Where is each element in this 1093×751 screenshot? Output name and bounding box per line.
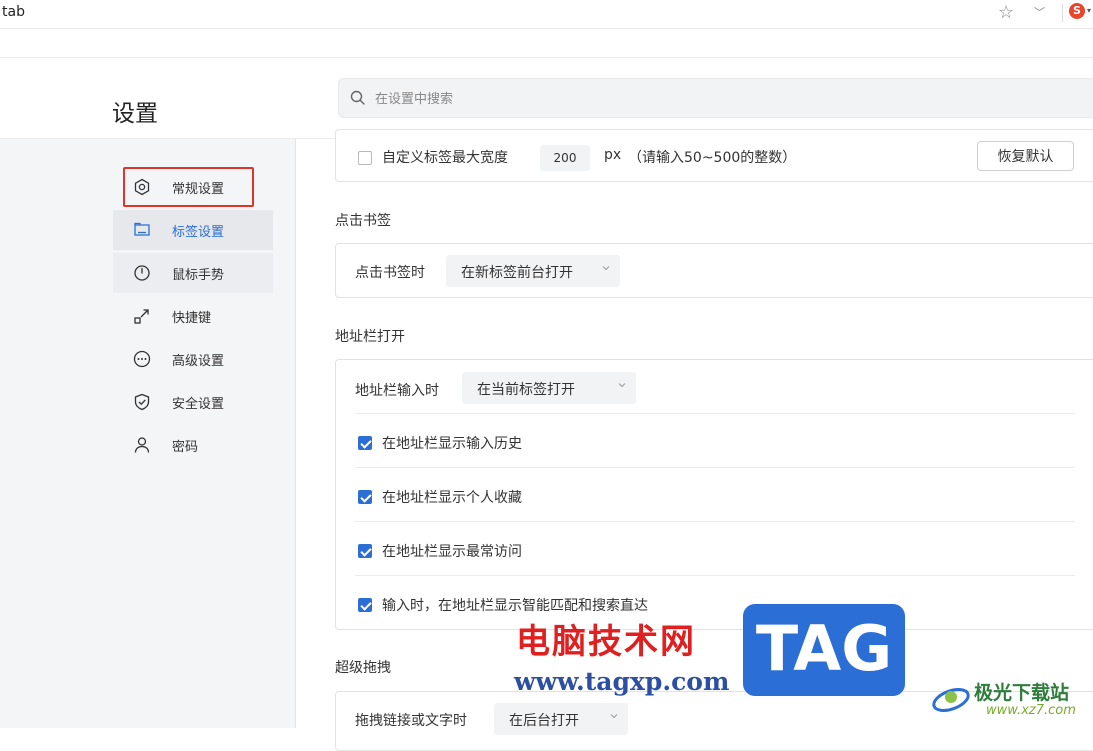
toolbar-divider (1062, 4, 1063, 22)
divider (355, 575, 1075, 576)
bookmark-click-select[interactable]: 在新标签前台打开 (446, 255, 620, 287)
address-input-select[interactable]: 在当前标签打开 (462, 372, 636, 404)
sidebar-item-tabs[interactable]: 标签设置 (113, 210, 273, 250)
chevron-down-icon (618, 383, 626, 388)
tag-logo-text: TAG (755, 612, 893, 685)
section-title-super-drag: 超级拖拽 (335, 660, 391, 676)
chevron-down-icon (602, 266, 610, 271)
sidebar-item-label: 安全设置 (172, 397, 225, 412)
tab-width-hint: （请输入50~500的整数） (628, 150, 797, 166)
sidebar-item-passwords[interactable]: 密码 (113, 425, 273, 465)
gear-icon (134, 178, 150, 196)
settings-sidebar: 常规设置 标签设置 鼠标手势 快捷键 高级设置 安全设置 密码 (0, 139, 296, 728)
logo-dropdown-icon[interactable]: ▾ (1087, 6, 1091, 15)
site-name-watermark: 极光下载站 (974, 682, 1070, 704)
bookmark-click-card: 点击书签时 在新标签前台打开 (335, 243, 1093, 298)
show-favorites-checkbox[interactable] (358, 490, 372, 504)
sogou-logo-icon[interactable]: S (1069, 3, 1085, 19)
chevron-down-icon[interactable]: ﹀ (1034, 4, 1045, 20)
drag-label: 拖拽链接或文字时 (355, 713, 467, 729)
sidebar-item-label: 标签设置 (172, 225, 225, 240)
mouse-icon (134, 265, 150, 281)
settings-search[interactable] (338, 78, 1093, 118)
sidebar-item-shortcuts[interactable]: 快捷键 (113, 296, 273, 336)
tab-width-card: 自定义标签最大宽度 px （请输入50~500的整数） 恢复默认 (335, 129, 1093, 182)
sidebar-item-advanced[interactable]: 高级设置 (113, 339, 273, 379)
sidebar-item-security[interactable]: 安全设置 (113, 382, 273, 422)
page-title: 设置 (112, 101, 158, 127)
address-option-label: 在地址栏显示个人收藏 (382, 490, 522, 506)
browser-toolbar (0, 29, 1093, 58)
watermark-text: 电脑技术网 (516, 622, 696, 662)
select-value: 在新标签前台打开 (461, 265, 573, 281)
search-icon (350, 90, 365, 105)
sidebar-item-label: 高级设置 (172, 354, 225, 369)
reset-default-button[interactable]: 恢复默认 (977, 141, 1074, 171)
tab-width-input[interactable] (540, 145, 590, 171)
site-url-watermark: www.xz7.com (986, 703, 1076, 718)
tab-width-label: 自定义标签最大宽度 (382, 150, 508, 166)
select-value: 在后台打开 (509, 713, 579, 729)
divider (355, 521, 1075, 522)
tab-width-checkbox[interactable] (358, 151, 372, 165)
tab-icon (134, 222, 150, 236)
section-title-bookmark-click: 点击书签 (335, 213, 391, 229)
sidebar-item-label: 密码 (172, 440, 199, 455)
tag-logo: TAG (743, 604, 905, 696)
sidebar-item-label: 快捷键 (172, 311, 212, 326)
user-icon (134, 437, 150, 453)
drag-select[interactable]: 在后台打开 (494, 703, 628, 735)
browser-tab-bar: tab ☆ ﹀ S ▾ (0, 0, 1093, 29)
divider (355, 413, 1075, 414)
watermark-url: www.tagxp.com (514, 667, 730, 696)
settings-header: 设置 (0, 58, 1093, 139)
sidebar-item-general[interactable]: 常规设置 (123, 167, 254, 207)
address-bar-card: 地址栏输入时 在当前标签打开 在地址栏显示输入历史 在地址栏显示个人收藏 在地址… (335, 359, 1093, 630)
sidebar-item-mouse-gestures[interactable]: 鼠标手势 (113, 253, 273, 293)
divider (355, 467, 1075, 468)
tab-width-unit: px (604, 147, 622, 163)
show-most-visited-checkbox[interactable] (358, 544, 372, 558)
sidebar-item-label: 鼠标手势 (172, 268, 225, 283)
browser-tab-title[interactable]: tab (2, 4, 25, 20)
more-dots-icon (133, 350, 151, 368)
smart-match-checkbox[interactable] (358, 598, 372, 612)
address-option-label: 在地址栏显示最常访问 (382, 544, 522, 560)
chevron-down-icon (610, 714, 618, 719)
star-icon[interactable]: ☆ (998, 2, 1014, 23)
section-title-address-bar: 地址栏打开 (335, 329, 405, 345)
shortcut-icon (134, 309, 149, 324)
select-value: 在当前标签打开 (477, 382, 575, 398)
bookmark-click-label: 点击书签时 (355, 265, 425, 281)
shield-icon (134, 393, 150, 411)
sidebar-item-label: 常规设置 (172, 182, 225, 197)
site-logo-icon (932, 688, 970, 712)
address-option-label: 在地址栏显示输入历史 (382, 436, 522, 452)
search-input[interactable] (373, 87, 977, 111)
show-input-history-checkbox[interactable] (358, 436, 372, 450)
address-input-label: 地址栏输入时 (355, 383, 439, 399)
address-option-label: 输入时，在地址栏显示智能匹配和搜索直达 (382, 598, 648, 614)
